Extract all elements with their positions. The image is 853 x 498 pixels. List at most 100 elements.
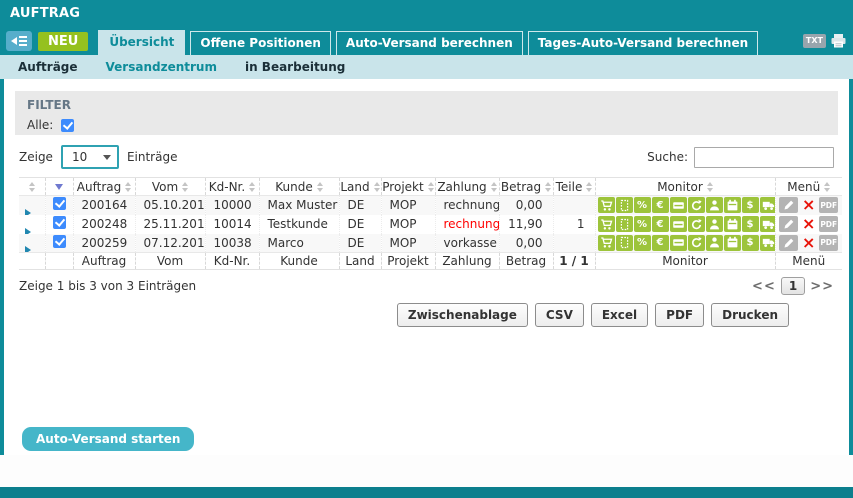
auto-versand-start-button[interactable]: Auto-Versand starten [22,427,194,451]
left-arrow-icon [11,37,17,45]
percent-icon[interactable]: % [634,235,651,251]
footer-checkbox [45,253,73,270]
sort-icon [249,182,255,192]
cell-projekt: MOP [381,215,435,234]
tab-auto-versand-berechnen[interactable]: Auto-Versand berechnen [336,31,523,55]
sort-desc-icon [55,184,63,190]
header-monitor[interactable]: Monitor [595,178,775,196]
stamp-icon[interactable] [616,235,633,251]
truck-icon[interactable] [760,235,776,251]
person-icon[interactable] [706,216,723,232]
printer-icon[interactable] [830,33,847,49]
edit-icon[interactable] [779,197,798,213]
page-background [0,455,853,487]
header-betrag[interactable]: Betrag [499,178,553,196]
pagination-prev[interactable]: << [752,279,776,294]
cell-zahlung: rechnung [435,215,499,234]
truck-icon[interactable] [760,216,776,232]
card-icon[interactable] [670,235,687,251]
percent-icon[interactable]: % [634,216,651,232]
calendar-icon[interactable] [724,216,741,232]
monitor-actions: % € $ [596,197,775,213]
alle-checkbox[interactable] [61,119,74,132]
footer-land: Land [339,253,381,270]
header-kd-nr[interactable]: Kd-Nr. [205,178,259,196]
header-auftrag[interactable]: Auftrag [73,178,135,196]
pagination-next[interactable]: >> [810,279,834,294]
table-controls: Zeige 10 Einträge Suche: [19,145,834,169]
calendar-icon[interactable] [724,197,741,213]
subnav-versandzentrum[interactable]: Versandzentrum [106,60,217,74]
cart-icon[interactable] [598,216,615,232]
row-checkbox[interactable] [53,216,66,229]
euro-icon[interactable]: € [652,197,669,213]
subnav-auftraege[interactable]: Aufträge [18,60,78,74]
tab-bar: NEU Übersicht Offene Positionen Auto-Ver… [0,27,853,55]
print-button[interactable]: Drucken [711,303,789,327]
copy-button[interactable]: Zwischenablage [397,303,528,327]
row-checkbox[interactable] [53,197,66,210]
new-button[interactable]: NEU [38,32,88,51]
truck-icon[interactable] [760,197,776,213]
cart-icon[interactable] [598,235,615,251]
table-header-row: Auftrag Vom Kd-Nr. Kunde Land Projekt Za… [19,178,842,196]
row-menu: × PDF [776,197,843,213]
card-icon[interactable] [670,197,687,213]
subnav-in-bearbeitung[interactable]: in Bearbeitung [245,60,345,74]
csv-button[interactable]: CSV [535,303,584,327]
dollar-icon[interactable]: $ [742,235,759,251]
euro-icon[interactable]: € [652,216,669,232]
refresh-icon[interactable] [688,197,705,213]
edit-icon[interactable] [779,216,798,232]
edit-icon[interactable] [779,235,798,251]
page-length-select[interactable]: 10 [61,145,119,169]
header-kunde[interactable]: Kunde [259,178,339,196]
cart-icon[interactable] [598,197,615,213]
delete-icon[interactable]: × [800,216,817,232]
txt-export-icon[interactable]: TXT [803,34,826,48]
table-row: 200259 07.12.2016 10038 Marco DE MOP vor… [19,234,842,253]
header-vom[interactable]: Vom [135,178,205,196]
header-zahlung[interactable]: Zahlung [435,178,499,196]
card-icon[interactable] [670,216,687,232]
pdf-button[interactable]: PDF [655,303,704,327]
pagination-page-1[interactable]: 1 [781,277,805,295]
cell-vom: 07.12.2016 [135,234,205,253]
stamp-icon[interactable] [616,197,633,213]
sort-icon [125,182,131,192]
header-menu[interactable]: Menü [775,178,842,196]
refresh-icon[interactable] [688,216,705,232]
footer-projekt: Projekt [381,253,435,270]
tab-tages-auto-versand-berechnen[interactable]: Tages-Auto-Versand berechnen [528,31,758,55]
delete-icon[interactable]: × [800,197,817,213]
header-checkbox[interactable] [45,178,73,196]
table-row: 200248 25.11.2016 10014 Testkunde DE MOP… [19,215,842,234]
cell-kd-nr: 10000 [205,196,259,215]
tab-offene-positionen[interactable]: Offene Positionen [190,31,331,55]
person-icon[interactable] [706,197,723,213]
pdf-icon[interactable]: PDF [819,235,838,251]
delete-icon[interactable]: × [800,235,817,251]
header-teile[interactable]: Teile [553,178,595,196]
filter-title: FILTER [27,98,826,112]
euro-icon[interactable]: € [652,235,669,251]
table-footer-row: Auftrag Vom Kd-Nr. Kunde Land Projekt Za… [19,253,842,270]
header-land[interactable]: Land [339,178,381,196]
calendar-icon[interactable] [724,235,741,251]
stamp-icon[interactable] [616,216,633,232]
tab-uebersicht[interactable]: Übersicht [98,30,185,55]
refresh-icon[interactable] [688,235,705,251]
search-input[interactable] [694,147,834,168]
dollar-icon[interactable]: $ [742,197,759,213]
excel-button[interactable]: Excel [591,303,648,327]
footer-page-indicator: 1 / 1 [553,253,595,270]
percent-icon[interactable]: % [634,197,651,213]
pdf-icon[interactable]: PDF [819,216,838,232]
row-checkbox[interactable] [53,235,66,248]
header-projekt[interactable]: Projekt [381,178,435,196]
header-play[interactable] [19,178,45,196]
person-icon[interactable] [706,235,723,251]
collapse-sidebar-button[interactable] [6,31,32,51]
pdf-icon[interactable]: PDF [819,197,838,213]
dollar-icon[interactable]: $ [742,216,759,232]
